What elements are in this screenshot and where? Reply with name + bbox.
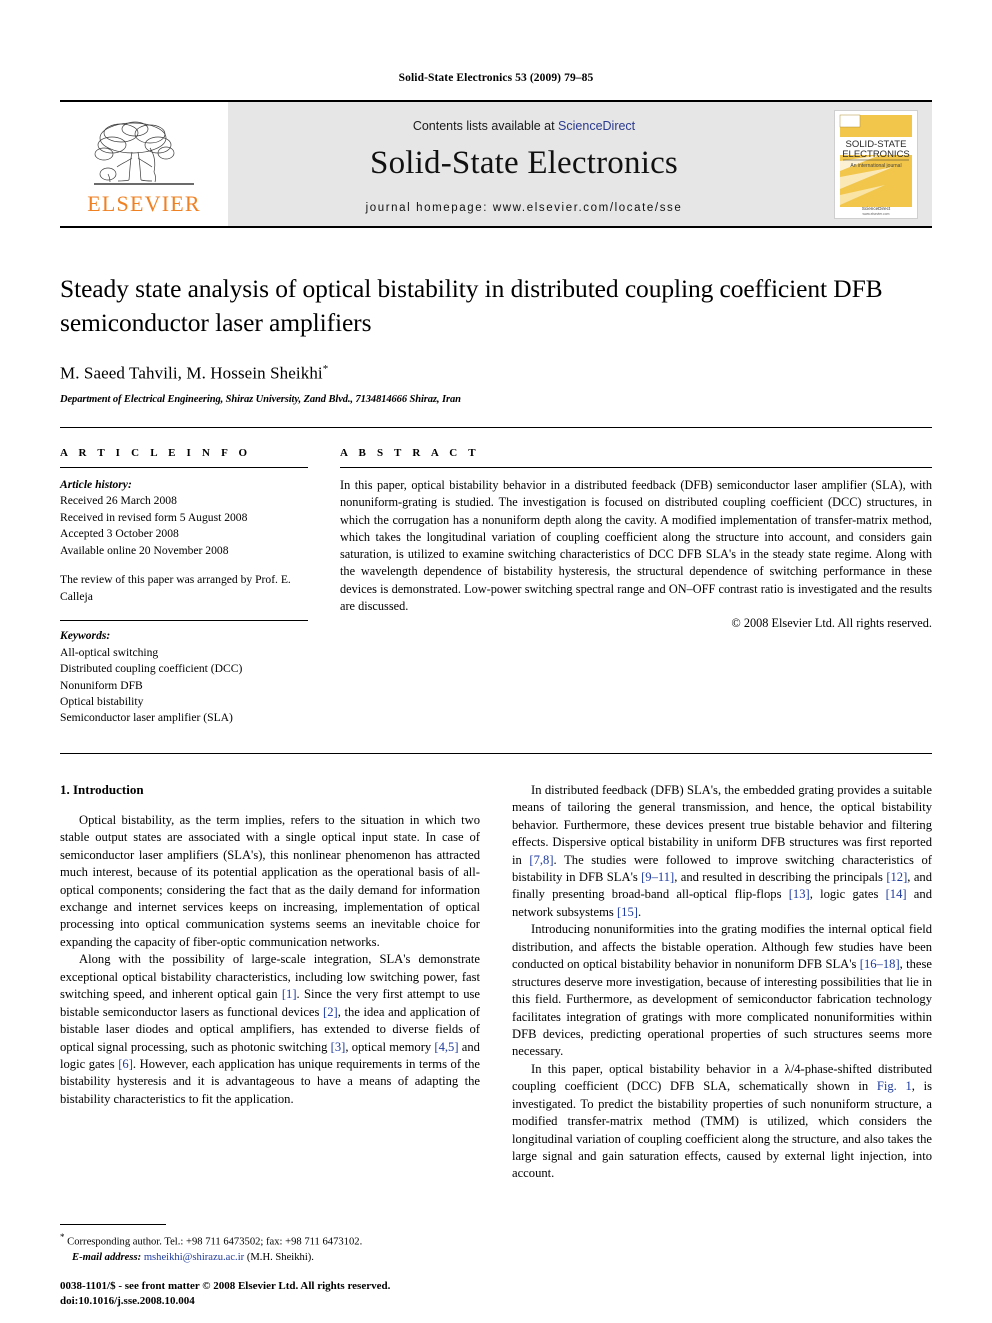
journal-cover-thumbnail[interactable]: SOLID-STATE ELECTRONICS An international… — [834, 109, 918, 219]
divider-above-info — [60, 426, 932, 428]
footnote-text: Corresponding author. Tel.: +98 711 6473… — [67, 1236, 363, 1248]
elsevier-tree-icon — [94, 121, 194, 185]
abstract-text: In this paper, optical bistability behav… — [340, 477, 932, 613]
citation-ref[interactable]: [1] — [282, 987, 297, 1001]
article-history: Article history: Received 26 March 2008 … — [60, 477, 308, 605]
contents-available-line: Contents lists available at ScienceDirec… — [413, 119, 635, 133]
keywords-block: Keywords: All-optical switching Distribu… — [60, 628, 308, 727]
citation-ref[interactable]: [6] — [118, 1057, 133, 1071]
footnote-divider — [60, 1224, 166, 1226]
footnote-region: * Corresponding author. Tel.: +98 711 64… — [60, 1224, 480, 1265]
keyword-item: All-optical switching — [60, 645, 159, 659]
cover-artwork-icon: SOLID-STATE ELECTRONICS An international… — [835, 110, 917, 218]
divider-above-body — [60, 752, 932, 754]
review-note: The review of this paper was arranged by… — [60, 573, 291, 603]
svg-text:ELECTRONICS: ELECTRONICS — [842, 149, 910, 160]
article-history-label: Article history: — [60, 477, 132, 491]
doi-line: doi:10.1016/j.sse.2008.10.004 — [60, 1295, 195, 1308]
elsevier-wordmark: ELSEVIER — [87, 190, 201, 216]
journal-homepage[interactable]: journal homepage: www.elsevier.com/locat… — [366, 202, 683, 214]
keywords-label: Keywords: — [60, 629, 111, 643]
journal-cover-block: SOLID-STATE ELECTRONICS An international… — [820, 102, 932, 226]
footnote-marker: * — [60, 1232, 65, 1243]
citation-ref[interactable]: [16–18] — [860, 957, 900, 971]
citation-ref[interactable]: [2] — [323, 1005, 338, 1019]
sciencedirect-link[interactable]: ScienceDirect — [558, 119, 635, 133]
citation-ref[interactable]: [13] — [789, 887, 810, 901]
running-head: Solid-State Electronics 53 (2009) 79–85 — [398, 72, 594, 84]
elsevier-logo: ELSEVIER — [83, 118, 205, 215]
issn-line: 0038-1101/$ - see front matter © 2008 El… — [60, 1280, 391, 1293]
divider-info — [60, 466, 308, 468]
figure-ref[interactable]: Fig. 1 — [877, 1079, 912, 1093]
paragraph: In this paper, optical bistability behav… — [512, 1061, 932, 1181]
elsevier-logo-block: ELSEVIER — [60, 102, 228, 226]
citation-ref[interactable]: [4,5] — [434, 1040, 458, 1054]
corresponding-author-marker: * — [322, 363, 329, 376]
info-abstract-region: A R T I C L E I N F O Article history: R… — [60, 447, 932, 727]
affiliation: Department of Electrical Engineering, Sh… — [60, 393, 461, 405]
history-item: Received 26 March 2008 — [60, 494, 177, 508]
keyword-item: Optical bistability — [60, 694, 144, 708]
body-right-column: In distributed feedback (DFB) SLA's, the… — [512, 782, 932, 1183]
abstract-copyright: © 2008 Elsevier Ltd. All rights reserved… — [731, 616, 932, 631]
article-page: Solid-State Electronics 53 (2009) 79–85 — [0, 0, 992, 1323]
paragraph: Introducing nonuniformities into the gra… — [512, 922, 932, 1059]
author-names: M. Saeed Tahvili, M. Hossein Sheikhi — [60, 363, 323, 383]
divider-keywords — [60, 620, 308, 622]
corresponding-author-footnote: * Corresponding author. Tel.: +98 711 64… — [60, 1231, 480, 1265]
footer-imprint: 0038-1101/$ - see front matter © 2008 El… — [60, 1279, 520, 1309]
email-owner: (M.H. Sheikhi). — [246, 1251, 314, 1263]
article-info-column: A R T I C L E I N F O Article history: R… — [60, 447, 340, 727]
paragraph: In distributed feedback (DFB) SLA's, the… — [512, 782, 932, 919]
contents-prefix: Contents lists available at — [412, 118, 559, 133]
article-info-heading: A R T I C L E I N F O — [60, 446, 252, 459]
citation-ref[interactable]: [7,8] — [529, 853, 553, 867]
keyword-item: Distributed coupling coefficient (DCC) — [60, 662, 243, 676]
history-item: Available online 20 November 2008 — [60, 543, 229, 557]
body-columns: 1. Introduction Optical bistability, as … — [60, 782, 932, 1183]
abstract-column: A B S T R A C T In this paper, optical b… — [340, 447, 932, 727]
masthead-center: Contents lists available at ScienceDirec… — [228, 102, 820, 226]
history-item: Accepted 3 October 2008 — [60, 527, 179, 541]
paragraph: Optical bistability, as the term implies… — [60, 812, 480, 949]
email-link[interactable]: msheikhi@shirazu.ac.ir — [144, 1252, 244, 1263]
citation-ref[interactable]: [14] — [886, 887, 907, 901]
section-heading-introduction: 1. Introduction — [60, 781, 144, 797]
citation-ref[interactable]: [9–11] — [641, 870, 674, 884]
citation-ref[interactable]: [12] — [886, 870, 907, 884]
keyword-item: Nonuniform DFB — [60, 678, 143, 692]
paragraph: Along with the possibility of large-scal… — [60, 952, 480, 1106]
journal-masthead: ELSEVIER Contents lists available at Sci… — [60, 100, 932, 228]
svg-text:www.elsevier.com: www.elsevier.com — [863, 212, 890, 216]
body-left-column: 1. Introduction Optical bistability, as … — [60, 782, 480, 1183]
abstract-heading: A B S T R A C T — [340, 446, 480, 459]
keyword-item: Semiconductor laser amplifier (SLA) — [60, 711, 233, 725]
svg-text:ScienceDirect: ScienceDirect — [862, 206, 891, 211]
divider-abstract — [340, 466, 932, 468]
author-list: M. Saeed Tahvili, M. Hossein Sheikhi* — [60, 363, 932, 384]
svg-text:An international journal: An international journal — [850, 163, 901, 169]
page-title: Steady state analysis of optical bistabi… — [60, 274, 883, 337]
journal-title: Solid-State Electronics — [370, 144, 678, 181]
citation-ref[interactable]: [15] — [617, 905, 638, 919]
history-item: Received in revised form 5 August 2008 — [60, 510, 248, 524]
email-label: E-mail address: — [72, 1251, 142, 1263]
citation-ref[interactable]: [3] — [331, 1040, 346, 1054]
